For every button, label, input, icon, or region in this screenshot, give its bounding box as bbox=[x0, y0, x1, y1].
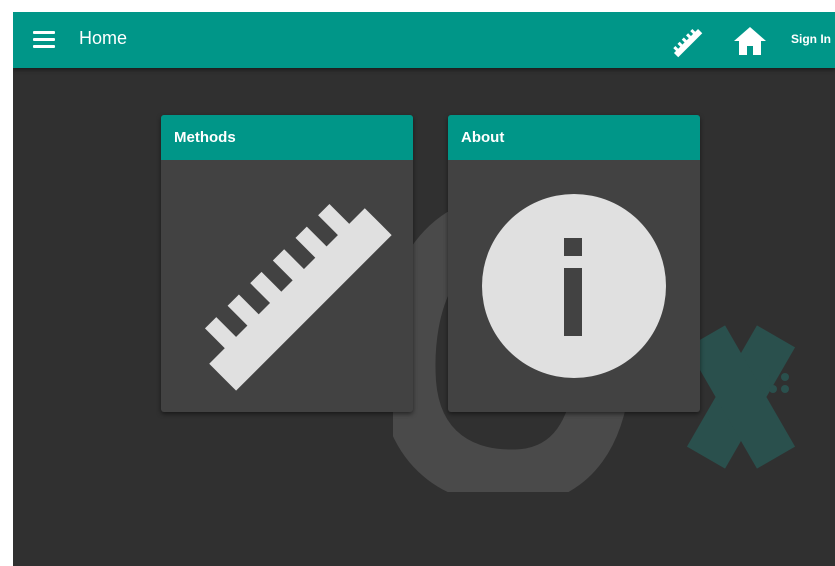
info-icon bbox=[482, 194, 666, 378]
page-title: Home bbox=[79, 28, 128, 48]
methods-card[interactable]: Methods bbox=[161, 115, 413, 412]
app-window: Home Sign In Methods About bbox=[13, 12, 835, 566]
about-card[interactable]: About bbox=[448, 115, 700, 412]
ruler-icon bbox=[204, 203, 392, 391]
sign-in-button[interactable]: Sign In bbox=[791, 32, 831, 46]
home-icon bbox=[734, 27, 766, 55]
top-app-bar: Home Sign In bbox=[13, 12, 835, 68]
hamburger-menu-icon[interactable] bbox=[33, 29, 55, 51]
ruler-icon bbox=[673, 28, 703, 58]
methods-card-header: Methods bbox=[161, 115, 413, 160]
methods-card-title: Methods bbox=[174, 129, 236, 146]
methods-nav-button[interactable] bbox=[669, 24, 703, 58]
about-card-title: About bbox=[461, 129, 505, 146]
home-nav-button[interactable] bbox=[733, 25, 767, 57]
about-card-header: About bbox=[448, 115, 700, 160]
